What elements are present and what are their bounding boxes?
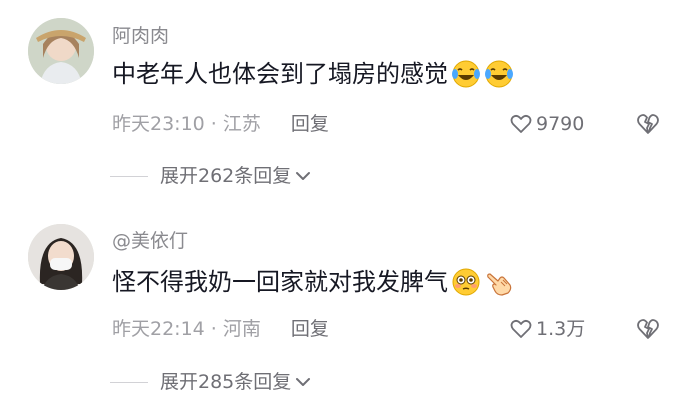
heart-outline-icon: [510, 114, 532, 133]
dislike-button[interactable]: [636, 113, 660, 139]
comment-meta: 昨天22:14 · 河南 回复: [112, 317, 329, 341]
comment-meta: 昨天23:10 · 江苏 回复: [112, 112, 329, 136]
comment-text-body: 怪不得我奶一回家就对我发脾气: [112, 268, 448, 296]
comment-username[interactable]: @美依仃: [112, 229, 188, 253]
avatar[interactable]: [28, 18, 94, 84]
reply-button[interactable]: 回复: [291, 112, 329, 136]
laugh-cry-emoji-icon: [485, 60, 513, 88]
comment-text: 中老年人也体会到了塌房的感觉: [112, 57, 514, 91]
like-count: 1.3万: [536, 318, 586, 340]
divider-line: [110, 175, 148, 177]
comment-location: 江苏: [222, 113, 261, 135]
flushed-face-emoji-icon: [452, 268, 480, 296]
like-count: 9790: [536, 113, 585, 135]
dislike-button[interactable]: [636, 318, 660, 344]
like-button[interactable]: 9790: [510, 112, 584, 136]
reply-button[interactable]: 回复: [291, 317, 329, 341]
expand-replies-label: 展开285条回复: [160, 371, 292, 393]
expand-replies-label: 展开262条回复: [160, 165, 292, 187]
broken-heart-outline-icon: [637, 114, 659, 134]
comment-username[interactable]: 阿肉肉: [112, 24, 169, 48]
heart-outline-icon: [510, 319, 532, 338]
broken-heart-outline-icon: [637, 319, 659, 339]
chevron-down-icon: [296, 172, 311, 180]
separator-dot: ·: [210, 318, 217, 340]
comment-time: 昨天22:14: [112, 318, 205, 340]
expand-replies-button[interactable]: 展开285条回复: [110, 370, 311, 394]
chevron-down-icon: [296, 378, 311, 386]
comment-text-body: 中老年人也体会到了塌房的感觉: [112, 60, 448, 88]
separator-dot: ·: [210, 113, 217, 135]
expand-replies-button[interactable]: 展开262条回复: [110, 164, 311, 188]
avatar[interactable]: [28, 224, 94, 290]
divider-line: [110, 381, 148, 383]
pointing-hand-emoji-icon: [487, 273, 512, 296]
comment-text: 怪不得我奶一回家就对我发脾气: [112, 265, 514, 299]
comment-time: 昨天23:10: [112, 113, 205, 135]
like-button[interactable]: 1.3万: [510, 317, 585, 341]
comment-location: 河南: [222, 318, 261, 340]
laugh-cry-emoji-icon: [452, 60, 480, 88]
